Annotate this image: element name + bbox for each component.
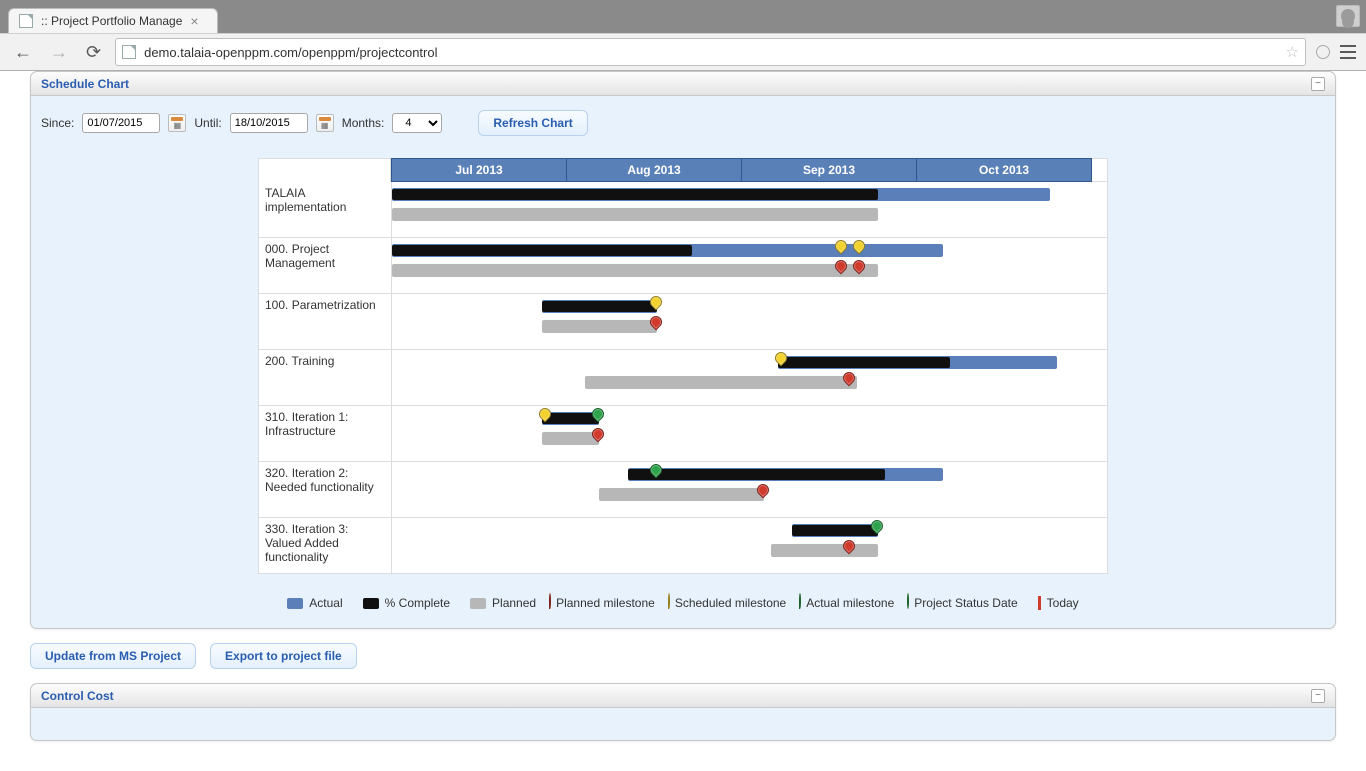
bar-complete — [392, 189, 878, 200]
planned-milestone-icon — [843, 372, 857, 390]
tab-close-icon[interactable]: × — [190, 14, 198, 28]
browser-chrome: :: Project Portfolio Manage × ← → ⟳ ☆ Sc… — [0, 0, 1366, 771]
task-name: 200. Training — [259, 350, 392, 405]
scheduled-milestone-icon — [853, 240, 867, 258]
gantt-chart: Jul 2013Aug 2013Sep 2013Oct 2013 TALAIA … — [258, 158, 1108, 574]
since-input[interactable] — [82, 113, 160, 133]
panel-header[interactable]: Schedule Chart − — [31, 72, 1335, 96]
month-header: Aug 2013 — [567, 158, 742, 182]
actual-milestone-icon — [592, 408, 606, 426]
schedule-chart-panel: Schedule Chart − Since: ▦ Until: ▦ Month… — [30, 71, 1336, 629]
bar-planned — [392, 208, 878, 221]
scheduled-milestone-icon — [835, 240, 849, 258]
legend-planned: Planned — [470, 596, 536, 610]
legend-complete: % Complete — [363, 596, 450, 610]
legend-planned-milestone: Planned milestone — [556, 596, 655, 610]
planned-milestone-icon — [843, 540, 857, 558]
tab-title: :: Project Portfolio Manage — [41, 14, 182, 28]
months-label: Months: — [342, 116, 385, 130]
since-label: Since: — [41, 116, 74, 130]
menu-icon[interactable] — [1340, 45, 1356, 59]
task-name: 100. Parametrization — [259, 294, 392, 349]
control-cost-panel: Control Cost − — [30, 683, 1336, 741]
gantt-row: 320. Iteration 2: Needed functionality — [258, 462, 1108, 518]
legend-actual-milestone: Actual milestone — [806, 596, 894, 610]
panel-title: Schedule Chart — [41, 77, 129, 91]
refresh-chart-button[interactable]: Refresh Chart — [478, 110, 587, 136]
bar-complete — [778, 357, 950, 368]
extensions-icon[interactable] — [1316, 45, 1330, 59]
reload-button[interactable]: ⟳ — [82, 42, 105, 63]
back-button[interactable]: ← — [10, 42, 36, 63]
months-select[interactable]: 4 — [392, 113, 442, 133]
panel-header[interactable]: Control Cost − — [31, 684, 1335, 708]
scheduled-milestone-icon — [539, 408, 553, 426]
site-icon — [122, 45, 136, 59]
gantt-row: 310. Iteration 1: Infrastructure — [258, 406, 1108, 462]
gantt-row: 200. Training — [258, 350, 1108, 406]
update-ms-project-button[interactable]: Update from MS Project — [30, 643, 196, 669]
calendar-icon[interactable]: ▦ — [316, 114, 334, 132]
page-content: Schedule Chart − Since: ▦ Until: ▦ Month… — [0, 71, 1366, 771]
task-name: 330. Iteration 3: Valued Added functiona… — [259, 518, 392, 573]
page-icon — [19, 14, 33, 28]
bar-planned — [585, 376, 857, 389]
bar-planned — [599, 488, 763, 501]
tab-strip: :: Project Portfolio Manage × — [0, 0, 1366, 33]
bar-complete — [628, 469, 885, 480]
actual-milestone-icon — [871, 520, 885, 538]
browser-toolbar: ← → ⟳ ☆ — [0, 33, 1366, 71]
task-name: TALAIA implementation — [259, 182, 392, 237]
until-input[interactable] — [230, 113, 308, 133]
legend-actual: Actual — [287, 596, 342, 610]
bar-complete — [542, 301, 656, 312]
task-name: 000. Project Management — [259, 238, 392, 293]
planned-milestone-icon — [853, 260, 867, 278]
bookmark-icon[interactable]: ☆ — [1286, 43, 1299, 61]
chart-controls: Since: ▦ Until: ▦ Months: 4 Refresh Char… — [41, 110, 1325, 136]
chart-legend: Actual % Complete Planned Planned milest… — [41, 596, 1325, 610]
gantt-row: TALAIA implementation — [258, 182, 1108, 238]
planned-milestone-icon — [757, 484, 771, 502]
bar-planned — [392, 264, 878, 277]
legend-status-date: Project Status Date — [914, 596, 1017, 610]
scheduled-milestone-icon — [650, 296, 664, 314]
panel-title: Control Cost — [41, 689, 114, 703]
collapse-icon[interactable]: − — [1311, 689, 1325, 703]
until-label: Until: — [194, 116, 221, 130]
bar-planned — [771, 544, 878, 557]
bar-planned — [542, 320, 656, 333]
planned-milestone-icon — [835, 260, 849, 278]
legend-scheduled-milestone: Scheduled milestone — [675, 596, 786, 610]
actual-milestone-icon — [650, 464, 664, 482]
scheduled-milestone-icon — [775, 352, 789, 370]
browser-tab[interactable]: :: Project Portfolio Manage × — [8, 8, 218, 33]
legend-today: Today — [1038, 596, 1079, 610]
calendar-icon[interactable]: ▦ — [168, 114, 186, 132]
bar-complete — [792, 525, 878, 536]
gantt-row: 100. Parametrization — [258, 294, 1108, 350]
task-name: 320. Iteration 2: Needed functionality — [259, 462, 392, 517]
planned-milestone-icon — [592, 428, 606, 446]
month-header: Jul 2013 — [391, 158, 567, 182]
export-project-file-button[interactable]: Export to project file — [210, 643, 357, 669]
forward-button[interactable]: → — [46, 42, 72, 63]
gantt-row: 330. Iteration 3: Valued Added functiona… — [258, 518, 1108, 574]
task-name: 310. Iteration 1: Infrastructure — [259, 406, 392, 461]
planned-milestone-icon — [650, 316, 664, 334]
address-bar[interactable]: ☆ — [115, 38, 1306, 66]
collapse-icon[interactable]: − — [1311, 77, 1325, 91]
url-input[interactable] — [142, 44, 1279, 61]
month-header: Oct 2013 — [917, 158, 1092, 182]
bar-complete — [392, 245, 692, 256]
gantt-row: 000. Project Management — [258, 238, 1108, 294]
profile-button[interactable] — [1336, 5, 1360, 27]
month-header: Sep 2013 — [742, 158, 917, 182]
gantt-header: Jul 2013Aug 2013Sep 2013Oct 2013 — [258, 158, 1108, 182]
action-buttons: Update from MS Project Export to project… — [30, 643, 1336, 669]
